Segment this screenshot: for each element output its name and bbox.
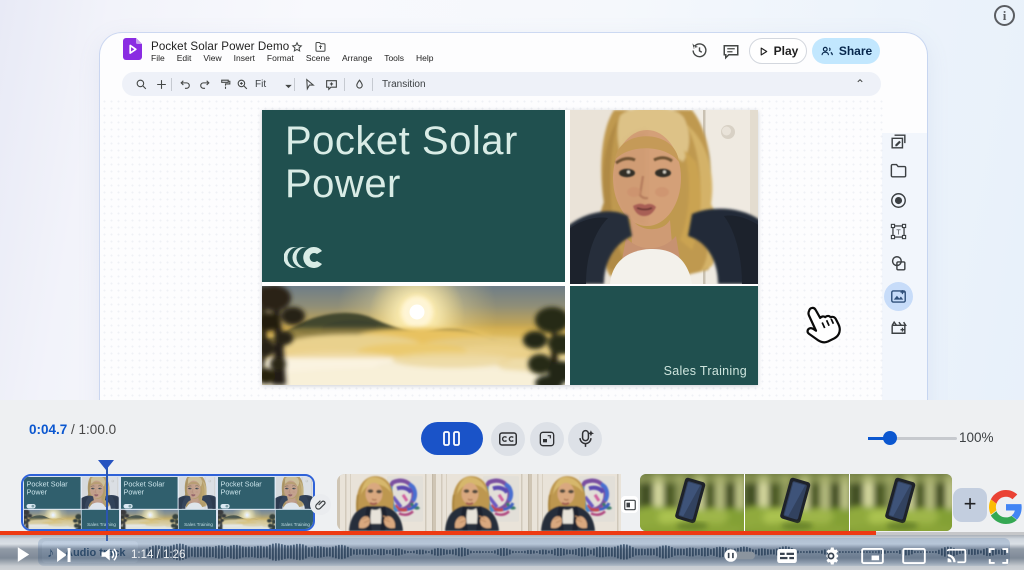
svg-text:T: T — [896, 228, 901, 236]
